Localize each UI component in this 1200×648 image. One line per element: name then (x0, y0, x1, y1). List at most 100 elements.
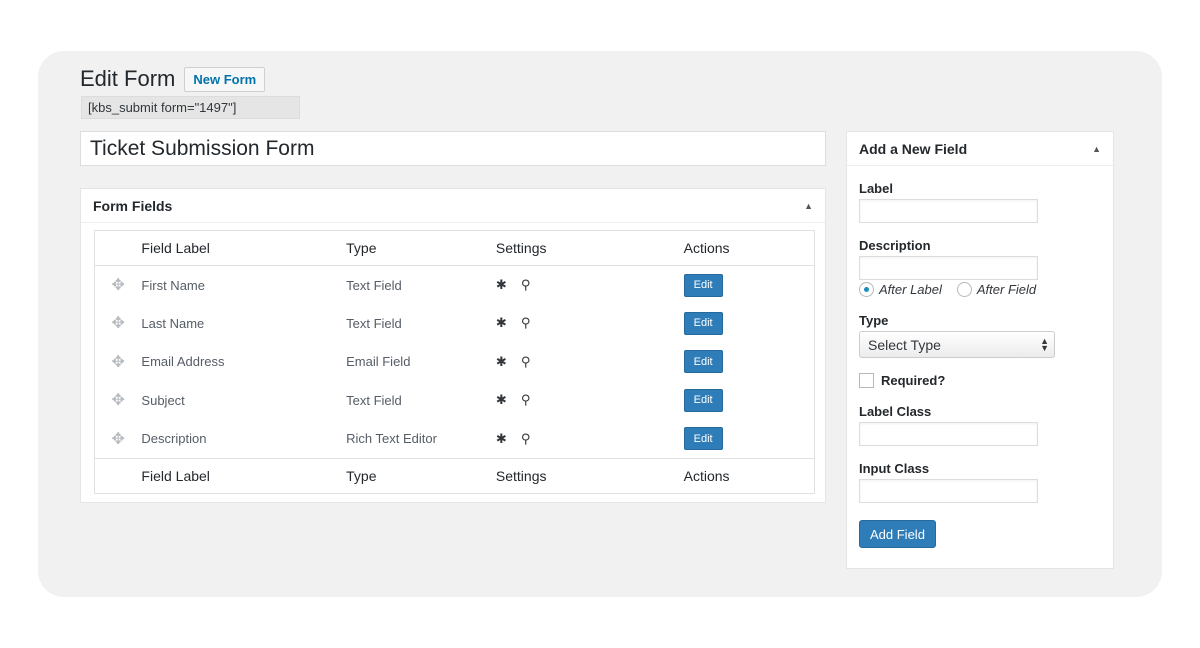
move-icon[interactable]: ✥ (112, 315, 125, 332)
after-label-text: After Label (879, 282, 942, 297)
column-drag (94, 457, 142, 493)
page-title: Edit Form (80, 66, 176, 91)
label-field-label: Label (859, 181, 893, 196)
field-type-cell: Text Field (346, 392, 402, 408)
table-row: ✥ First Name Text Field ✱ ⚲ Edit (95, 266, 815, 305)
asterisk-icon: ✱ (495, 353, 507, 369)
table-row: ✥ Description Rich Text Editor ✱ ⚲ Edit (95, 420, 815, 459)
collapse-arrow-icon[interactable]: ▲ (1092, 144, 1101, 154)
after-field-radio[interactable] (956, 282, 972, 297)
table-header-row: Field Label Type Settings Actions (94, 230, 815, 266)
field-type-cell: Rich Text Editor (346, 431, 437, 446)
map-pin-icon: ⚲ (520, 315, 531, 331)
shortcode-field[interactable]: [kbs_submit form="1497"] (81, 96, 300, 119)
drag-handle[interactable]: ✥ (95, 381, 142, 420)
actions-cell: Edit (683, 304, 815, 343)
new-form-button[interactable]: New Form (184, 66, 266, 92)
column-actions: Actions (683, 457, 815, 493)
settings-cell: ✱ ⚲ (481, 266, 684, 305)
edit-button[interactable]: Edit (683, 350, 723, 374)
move-icon[interactable]: ✥ (112, 392, 125, 409)
required-label: Required? (881, 373, 946, 388)
move-icon[interactable]: ✥ (112, 431, 125, 448)
field-label-cell: Email Address (141, 354, 225, 370)
move-icon[interactable]: ✥ (112, 354, 125, 371)
table-row: ✥ Email Address Email Field ✱ ⚲ Edit (95, 343, 815, 382)
label-class-group: Label Class (859, 404, 1038, 446)
type-select-value: Select Type (868, 336, 941, 353)
description-group: Description (859, 238, 1038, 280)
input-class-group: Input Class (859, 461, 1038, 503)
after-field-text: After Field (976, 282, 1037, 297)
edit-button[interactable]: Edit (683, 388, 723, 412)
add-field-button[interactable]: Add Field (859, 520, 936, 548)
field-label-cell: Last Name (141, 315, 205, 331)
column-type: Type (346, 230, 481, 266)
move-icon[interactable]: ✥ (112, 277, 125, 294)
fields-table: Field Label Type Settings Actions ✥ Firs… (94, 230, 815, 494)
collapse-arrow-icon[interactable]: ▲ (804, 201, 813, 211)
input-class-input[interactable] (859, 479, 1038, 503)
map-pin-icon: ⚲ (520, 430, 531, 446)
field-label-cell: First Name (141, 277, 205, 293)
actions-cell: Edit (683, 343, 815, 382)
label-class-input[interactable] (859, 422, 1038, 446)
type-select[interactable]: Select Type ▲ ▼ (859, 331, 1055, 358)
form-title-input[interactable]: Ticket Submission Form (80, 131, 826, 166)
map-pin-icon: ⚲ (520, 353, 531, 369)
asterisk-icon: ✱ (495, 430, 507, 446)
required-group: Required? (859, 373, 945, 388)
table-row: ✥ Subject Text Field ✱ ⚲ Edit (95, 381, 815, 420)
column-type: Type (346, 457, 481, 493)
column-actions: Actions (683, 230, 815, 266)
type-group: Type Select Type ▲ ▼ (859, 313, 1055, 358)
description-position-group: After Label After Field (859, 282, 1036, 297)
column-settings: Settings (480, 457, 684, 493)
submit-group: Add Field (859, 520, 936, 548)
description-field-label: Description (859, 238, 931, 253)
actions-cell: Edit (683, 381, 815, 420)
input-class-field-label: Input Class (859, 461, 930, 476)
form-fields-header[interactable]: Form Fields ▲ (81, 189, 825, 223)
select-arrows-icon: ▲ ▼ (1040, 335, 1049, 353)
drag-handle[interactable]: ✥ (95, 420, 142, 459)
description-input[interactable] (859, 256, 1038, 280)
drag-handle[interactable]: ✥ (95, 266, 142, 305)
column-drag (94, 230, 142, 266)
add-field-title: Add a New Field (859, 140, 968, 157)
add-field-header[interactable]: Add a New Field ▲ (847, 132, 1113, 166)
asterisk-icon: ✱ (495, 392, 507, 408)
map-pin-icon: ⚲ (520, 277, 531, 292)
form-fields-panel: Form Fields ▲ Field Label Type Settings … (80, 188, 826, 503)
page-heading: Edit Form New Form (80, 64, 266, 94)
table-footer-row: Field Label Type Settings Actions (94, 457, 815, 493)
actions-cell: Edit (683, 266, 815, 305)
edit-button[interactable]: Edit (683, 273, 723, 297)
asterisk-icon: ✱ (495, 315, 507, 331)
map-pin-icon: ⚲ (520, 392, 531, 408)
field-label-cell: Description (141, 431, 207, 446)
edit-button[interactable]: Edit (683, 427, 723, 450)
table-row: ✥ Last Name Text Field ✱ ⚲ Edit (95, 304, 815, 343)
add-field-panel: Add a New Field ▲ Label Description Afte… (846, 131, 1114, 569)
field-label-cell: Subject (141, 392, 185, 408)
settings-cell: ✱ ⚲ (481, 420, 684, 459)
type-field-label: Type (859, 313, 889, 328)
actions-cell: Edit (683, 420, 815, 459)
after-label-radio[interactable] (859, 282, 874, 297)
label-class-field-label: Label Class (859, 404, 932, 419)
asterisk-icon: ✱ (495, 277, 507, 292)
field-type-cell: Email Field (346, 354, 411, 370)
label-group: Label (859, 181, 1038, 223)
label-input[interactable] (859, 199, 1038, 223)
field-type-cell: Text Field (346, 315, 402, 331)
drag-handle[interactable]: ✥ (95, 343, 142, 382)
column-field-label: Field Label (141, 457, 347, 493)
drag-handle[interactable]: ✥ (95, 304, 142, 343)
field-type-cell: Text Field (346, 277, 402, 293)
column-settings: Settings (480, 230, 684, 266)
settings-cell: ✱ ⚲ (481, 343, 684, 382)
edit-button[interactable]: Edit (683, 311, 723, 335)
settings-cell: ✱ ⚲ (481, 381, 684, 420)
required-checkbox[interactable] (859, 373, 874, 388)
